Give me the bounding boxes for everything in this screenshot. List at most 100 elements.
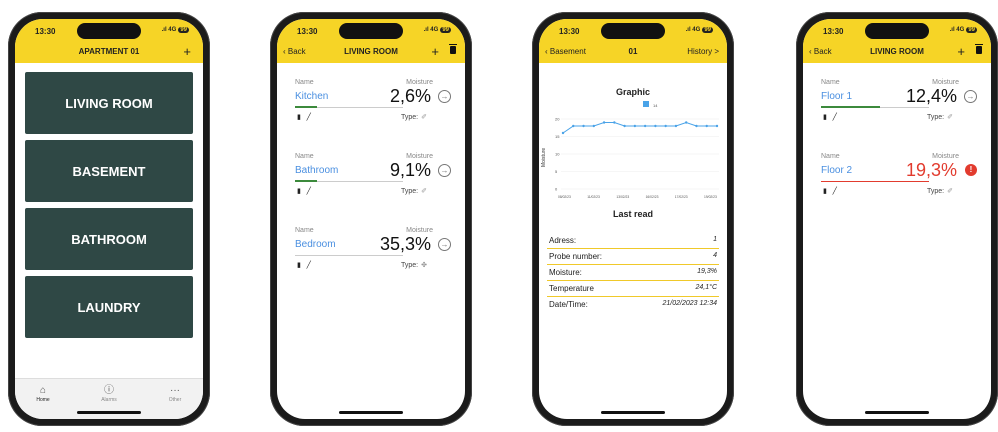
arrow-right-icon[interactable]: → [964, 90, 977, 103]
trash-icon[interactable] [975, 44, 983, 54]
name-label: Name [295, 227, 314, 234]
moisture-bar [821, 181, 929, 182]
screen-probe-detail: 13:30 .ıl 4G 99 ‹ Basement 01 History > G… [539, 19, 727, 419]
moisture-label: Moisture [932, 153, 959, 160]
status-time: 13:30 [297, 27, 318, 36]
moisture-bar [821, 106, 929, 108]
more-icon: ··· [170, 385, 180, 396]
sensor-name[interactable]: Floor 1 [821, 91, 852, 102]
status-bar: 13:30 .ıl 4G 99 [277, 19, 465, 41]
sensor-card: Name Moisture Bedroom 35,3% → ▮ ╱ Type: ✤ [287, 227, 455, 287]
alert-icon[interactable]: ! [965, 164, 977, 176]
screen-apartment: 13:30 .ıl 4G 99 APARTMENT 01 + LIVING ROO… [15, 19, 203, 419]
data-point [715, 124, 719, 128]
arrow-right-icon[interactable]: → [438, 164, 451, 177]
edit-icons[interactable]: ▮ ╱ [823, 113, 837, 121]
trash-icon[interactable] [449, 44, 457, 54]
series-line [562, 121, 717, 134]
moisture-label: Moisture [932, 79, 959, 86]
y-axis-label: Moisture [541, 148, 547, 167]
legend-swatch [643, 101, 649, 107]
sensor-card: Name Moisture Bathroom 9,1% → ▮ ╱ Type: ✐ [287, 153, 455, 213]
room-living-room[interactable]: LIVING ROOM [25, 72, 193, 134]
y-tick-label: 20 [555, 117, 560, 122]
screen-living-room-alert: 13:30 .ıl 4G 99 ‹ Back LIVING ROOM + Name… [803, 19, 991, 419]
battery-icon: 99 [440, 27, 451, 33]
edit-icons[interactable]: ▮ ╱ [823, 187, 837, 195]
sensor-name[interactable]: Kitchen [295, 91, 328, 102]
moisture-value: 19,3% [905, 160, 957, 180]
type-label: Type: ✐ [401, 188, 427, 195]
info-row-moisture: Moisture: 19,3% [547, 265, 719, 281]
data-point [695, 124, 698, 128]
moisture-value: 9,1% [389, 160, 431, 180]
data-point [633, 124, 637, 128]
arrow-right-icon[interactable]: → [438, 238, 451, 251]
sensor-name[interactable]: Bedroom [295, 239, 336, 250]
history-link[interactable]: History > [687, 47, 719, 56]
x-tick-label: 13/02/23 [616, 195, 629, 199]
name-label: Name [821, 79, 840, 86]
data-point [582, 124, 585, 128]
data-point [602, 121, 606, 124]
data-point [705, 124, 708, 128]
data-point [623, 124, 626, 128]
add-button[interactable]: + [957, 44, 965, 59]
info-row-temperature: Temperature 24,1°C [547, 281, 719, 297]
moisture-value: 12,4% [905, 86, 957, 106]
sensor-name[interactable]: Floor 2 [821, 165, 852, 176]
graphic-title: Graphic [615, 87, 650, 97]
x-tick-label: 16/02/23 [646, 195, 659, 199]
y-tick-label: 5 [555, 169, 558, 174]
tab-bar: ⌂ Home ⓘ Alarms ··· Other [15, 378, 203, 419]
legend-label: 14 [653, 103, 658, 108]
phone-living-room: 13:30 .ıl 4G 99 ‹ Back LIVING ROOM + Name… [270, 12, 472, 426]
edit-icons[interactable]: ▮ ╱ [297, 261, 311, 269]
info-row-address: Adress: 1 [547, 233, 719, 249]
x-tick-label: 17/02/23 [675, 195, 688, 199]
status-bar: 13:30 .ıl 4G 99 [803, 19, 991, 41]
nav-bar: ‹ Back LIVING ROOM + [803, 41, 991, 63]
signal-icon: .ıl 4G 99 [161, 27, 189, 33]
type-label: Type: ✐ [401, 114, 427, 121]
probe-icon: ✐ [947, 114, 953, 121]
sensor-name[interactable]: Bathroom [295, 165, 338, 176]
tab-other[interactable]: ··· Other [155, 385, 195, 403]
room-basement[interactable]: BASEMENT [25, 140, 193, 202]
signal-icon: .ıl 4G 99 [423, 27, 451, 33]
data-point [613, 121, 616, 124]
x-tick-label: 08/02/23 [558, 195, 571, 199]
moisture-bar [295, 106, 403, 108]
fan-icon: ✤ [421, 262, 427, 269]
battery-icon: 99 [966, 27, 977, 33]
data-point [664, 124, 667, 128]
add-button[interactable]: + [183, 44, 191, 59]
phone-living-room-alert: 13:30 .ıl 4G 99 ‹ Back LIVING ROOM + Name… [796, 12, 998, 426]
edit-icons[interactable]: ▮ ╱ [297, 187, 311, 195]
tab-alarms[interactable]: ⓘ Alarms [89, 385, 129, 403]
type-label: Type: ✐ [927, 114, 953, 121]
last-read-title: Last read [612, 209, 654, 219]
screen-living-room: 13:30 .ıl 4G 99 ‹ Back LIVING ROOM + Name… [277, 19, 465, 419]
sensor-card: Name Moisture Floor 1 12,4% → ▮ ╱ Type: ✐ [813, 79, 981, 139]
sensor-card: Name Moisture Floor 2 19,3% ! ▮ ╱ Type: ✐ [813, 153, 981, 213]
signal-icon: .ıl 4G 99 [949, 27, 977, 33]
signal-icon: .ıl 4G 99 [685, 27, 713, 33]
add-button[interactable]: + [431, 44, 439, 59]
room-laundry[interactable]: LAUNDRY [25, 276, 193, 338]
data-point [643, 124, 647, 128]
tab-home[interactable]: ⌂ Home [23, 385, 63, 403]
y-tick-label: 15 [555, 134, 560, 139]
data-point [572, 124, 575, 128]
home-icon: ⌂ [39, 385, 47, 396]
x-tick-label: 11/02/23 [587, 195, 600, 199]
nav-bar: ‹ Basement 01 History > [539, 41, 727, 63]
home-indicator [339, 411, 403, 414]
room-bathroom[interactable]: BATHROOM [25, 208, 193, 270]
battery-icon: 99 [178, 27, 189, 33]
moisture-label: Moisture [406, 153, 433, 160]
arrow-right-icon[interactable]: → [438, 90, 451, 103]
edit-icons[interactable]: ▮ ╱ [297, 113, 311, 121]
name-label: Name [295, 79, 314, 86]
moisture-value: 2,6% [389, 86, 431, 106]
